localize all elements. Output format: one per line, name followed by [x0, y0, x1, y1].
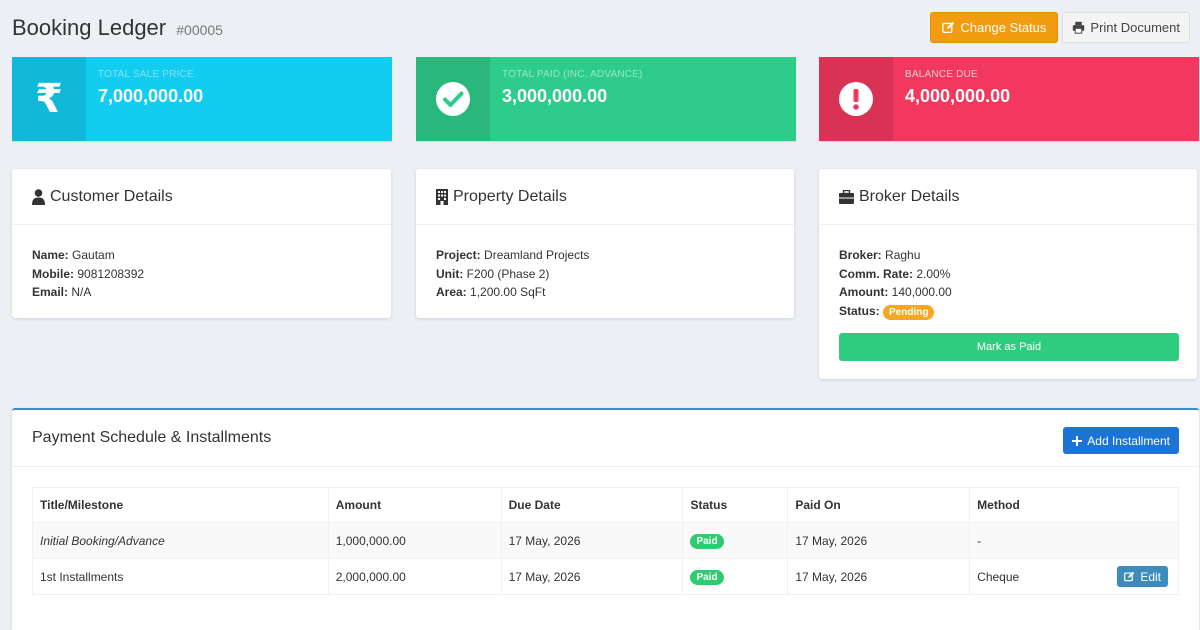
customer-email-label: Email:	[32, 285, 69, 299]
page-title: Booking Ledger #00005	[12, 15, 223, 41]
due-date: 17 May, 2026	[500, 522, 684, 559]
status-cell: Paid	[682, 558, 789, 595]
broker-details-body: Broker: Raghu Comm. Rate: 2.00% Amount: …	[819, 225, 1197, 361]
briefcase-icon	[839, 189, 854, 204]
balance-due-value: 4,000,000.00	[905, 86, 1011, 106]
customer-mobile: 9081208392	[77, 266, 145, 281]
milestone-title: Initial Booking/Advance	[32, 522, 329, 559]
payment-schedule-card: Payment Schedule & Installments Add Inst…	[12, 408, 1199, 630]
installments-table: Title/Milestone Amount Due Date Status P…	[32, 487, 1179, 595]
paid-on: 17 May, 2026	[787, 558, 971, 595]
project-value: Dreamland Projects	[484, 248, 590, 262]
broker-details-title: Broker Details	[859, 187, 960, 205]
payment-method: -	[969, 522, 1179, 559]
page-title-text: Booking Ledger	[12, 15, 167, 40]
customer-details-title: Customer Details	[50, 187, 173, 205]
customer-name: Gautam	[72, 248, 115, 262]
payment-method: Cheque	[977, 569, 1020, 584]
property-details-header: Property Details	[416, 169, 794, 225]
unit-label: Unit:	[436, 266, 464, 281]
comm-rate-label: Comm. Rate:	[839, 266, 914, 281]
broker-label: Broker:	[839, 248, 882, 262]
header-actions: Change Status Print Document	[930, 12, 1190, 43]
payment-schedule-title: Payment Schedule & Installments	[32, 429, 272, 446]
installment-amount: 2,000,000.00	[327, 558, 502, 595]
area-value: 1,200.00 SqFt	[470, 285, 546, 299]
broker-status-label: Status:	[839, 303, 880, 318]
comm-rate-value: 2.00%	[916, 266, 951, 281]
column-header: Amount	[327, 487, 502, 523]
edit-label: Edit	[1140, 569, 1161, 584]
customer-mobile-label: Mobile:	[32, 266, 74, 281]
print-icon	[1073, 21, 1085, 34]
edit-icon	[942, 21, 955, 34]
amount-label: Amount:	[839, 285, 889, 299]
customer-name-label: Name:	[32, 248, 69, 262]
balance-due-box: BALANCE DUE 4,000,000.00	[819, 57, 1199, 141]
payment-method-cell: Cheque Edit	[969, 558, 1179, 595]
broker-value: Raghu	[885, 248, 921, 262]
property-details-title: Property Details	[453, 187, 567, 205]
print-document-label: Print Document	[1090, 20, 1180, 35]
project-label: Project:	[436, 248, 481, 262]
unit-value: F200 (Phase 2)	[466, 266, 550, 281]
print-document-button[interactable]: Print Document	[1062, 12, 1190, 43]
exclamation-circle-icon	[819, 57, 893, 141]
edit-installment-button[interactable]: Edit	[1117, 566, 1168, 587]
installment-amount: 1,000,000.00	[327, 522, 502, 559]
column-header: Paid On	[787, 487, 971, 523]
customer-details-header: Customer Details	[12, 169, 391, 225]
column-header: Due Date	[500, 487, 684, 523]
total-paid-value: 3,000,000.00	[502, 86, 608, 106]
add-installment-button[interactable]: Add Installment	[1063, 427, 1179, 454]
status-badge: Paid	[690, 569, 724, 585]
table-row: Initial Booking/Advance 1,000,000.00 17 …	[32, 522, 1179, 559]
status-badge: Paid	[690, 533, 724, 549]
change-status-label: Change Status	[960, 20, 1047, 35]
property-details-card: Property Details Project: Dreamland Proj…	[416, 169, 794, 318]
mark-as-paid-button[interactable]: Mark as Paid	[839, 333, 1179, 361]
add-installment-label: Add Installment	[1087, 433, 1170, 448]
plus-icon	[1072, 435, 1083, 446]
column-header: Title/Milestone	[32, 487, 329, 523]
area-label: Area:	[436, 285, 467, 299]
page-header: Booking Ledger #00005 Change Status Prin…	[12, 12, 1190, 44]
total-paid-label: TOTAL PAID (INC. ADVANCE)	[502, 69, 643, 80]
balance-due-label: BALANCE DUE	[905, 69, 978, 80]
column-header: Method	[969, 487, 1179, 523]
column-header: Status	[682, 487, 789, 523]
booking-ref: #00005	[176, 22, 223, 38]
check-circle-icon	[416, 57, 490, 141]
broker-details-card: Broker Details Broker: Raghu Comm. Rate:…	[819, 169, 1197, 379]
paid-on: 17 May, 2026	[787, 522, 971, 559]
total-paid-box: TOTAL PAID (INC. ADVANCE) 3,000,000.00	[416, 57, 796, 141]
broker-details-header: Broker Details	[819, 169, 1197, 225]
status-cell: Paid	[682, 522, 789, 559]
building-icon	[436, 188, 448, 205]
customer-details-body: Name: Gautam Mobile: 9081208392 Email: N…	[12, 225, 391, 302]
table-header-row: Title/Milestone Amount Due Date Status P…	[32, 487, 1179, 523]
status-badge: Pending	[883, 304, 935, 320]
user-icon	[32, 188, 45, 205]
edit-icon	[1124, 571, 1135, 582]
total-sale-price-value: 7,000,000.00	[98, 86, 204, 106]
total-sale-price-box: ₹ TOTAL SALE PRICE 7,000,000.00	[12, 57, 392, 141]
milestone-title: 1st Installments	[32, 558, 329, 595]
property-details-body: Project: Dreamland Projects Unit: F200 (…	[416, 225, 794, 302]
table-row: 1st Installments 2,000,000.00 17 May, 20…	[32, 558, 1179, 595]
customer-details-card: Customer Details Name: Gautam Mobile: 90…	[12, 169, 391, 318]
change-status-button[interactable]: Change Status	[930, 12, 1059, 43]
amount-value: 140,000.00	[891, 285, 952, 299]
payment-schedule-header: Payment Schedule & Installments Add Inst…	[12, 410, 1199, 467]
due-date: 17 May, 2026	[500, 558, 684, 595]
rupee-icon: ₹	[12, 57, 86, 141]
total-sale-price-label: TOTAL SALE PRICE	[98, 69, 194, 80]
customer-email: N/A	[71, 285, 92, 299]
